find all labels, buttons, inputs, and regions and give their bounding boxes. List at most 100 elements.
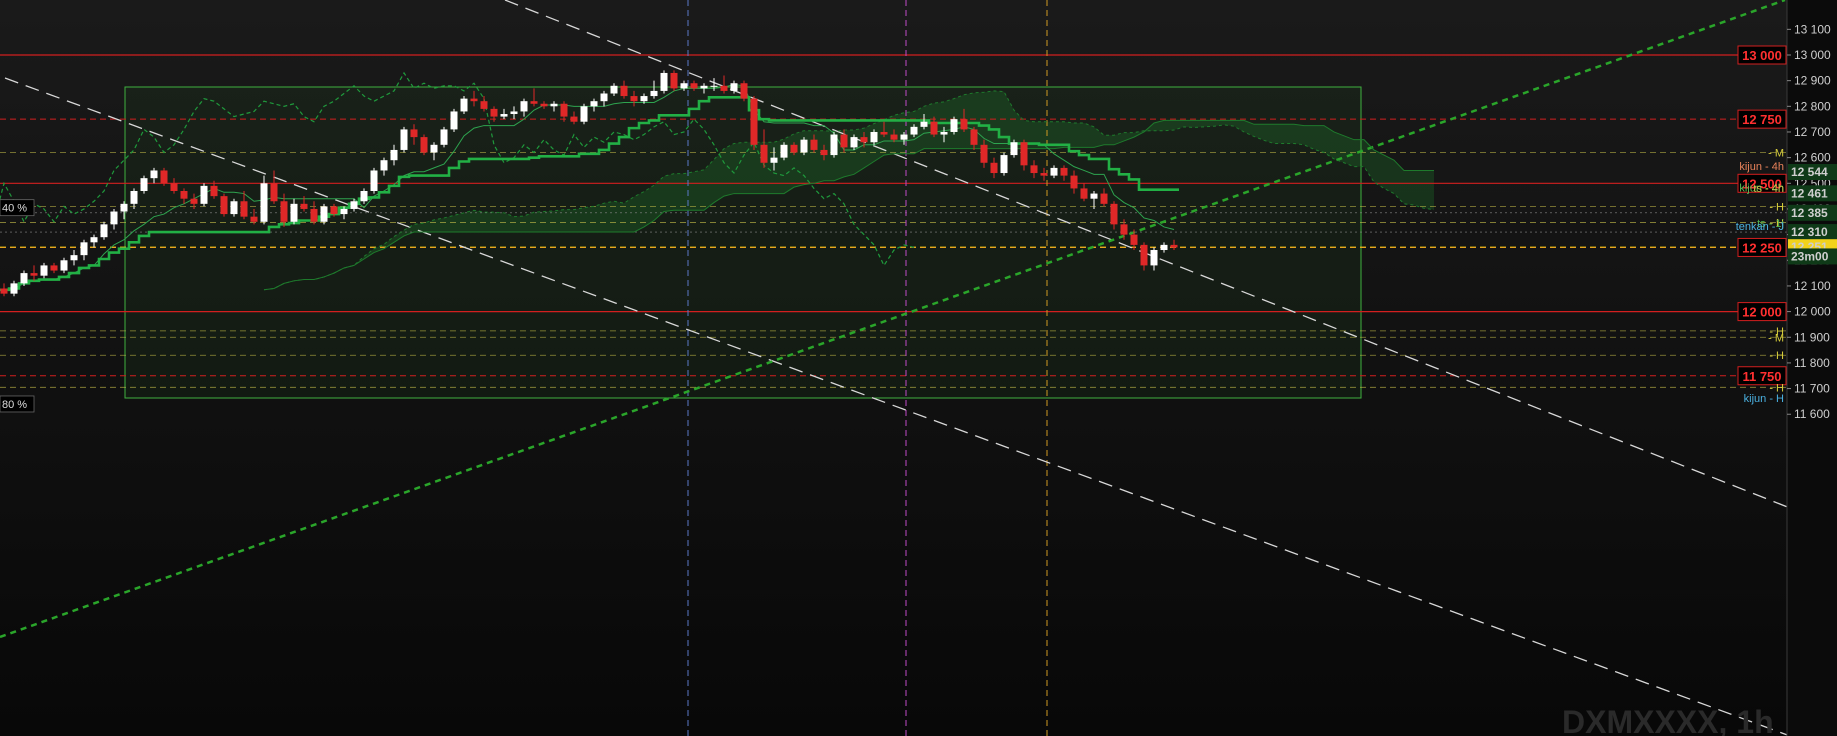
candle-body xyxy=(900,134,908,140)
candle-body xyxy=(420,137,428,153)
price-tag-label: 12 385 xyxy=(1791,206,1828,220)
candle-body xyxy=(1170,244,1178,248)
candle-body xyxy=(1000,155,1008,174)
axis-tick-label: 12 900 xyxy=(1794,74,1831,88)
candle-body xyxy=(110,211,118,225)
candle-body xyxy=(640,96,648,102)
candle-body xyxy=(550,103,558,107)
price-axis: 13 100 13 000 12 900 12 800 12 700 12 60012 5… xyxy=(1786,0,1837,736)
candle xyxy=(200,183,208,207)
candle-body xyxy=(960,119,968,130)
candle-body xyxy=(510,111,518,115)
price-chart[interactable]: 13 00012 75012 50012 25012 00011 750- M-… xyxy=(0,0,1837,736)
candle-body xyxy=(530,101,538,104)
candle-body xyxy=(820,149,828,156)
candle-body xyxy=(780,144,788,158)
price-tag-label: 12 544 xyxy=(1791,165,1828,179)
candle-body xyxy=(660,72,668,91)
candle-body xyxy=(950,119,958,132)
candle-body xyxy=(730,83,738,91)
candle-body xyxy=(240,201,248,217)
candle-body xyxy=(1020,142,1028,166)
candle-body xyxy=(680,83,688,89)
candle-body xyxy=(1140,244,1148,266)
candle-body xyxy=(540,103,548,107)
price-tag-label: 23m00 xyxy=(1791,249,1829,263)
indicator-label: ts - 4h xyxy=(1753,183,1784,195)
candle-body xyxy=(100,224,108,238)
candle xyxy=(750,96,758,150)
candle xyxy=(580,103,588,125)
candle-body xyxy=(290,203,298,222)
left-label: 80 % xyxy=(2,399,27,411)
candle xyxy=(140,175,148,194)
candle-body xyxy=(430,144,438,153)
candle xyxy=(1010,139,1018,158)
candle-body xyxy=(480,101,488,109)
candle-body xyxy=(940,131,948,135)
candle-body xyxy=(770,157,778,163)
candle-body xyxy=(230,201,238,215)
indicator-label: tenkan - J xyxy=(1736,221,1784,233)
candle-body xyxy=(700,85,708,89)
candle-body xyxy=(800,139,808,153)
candle-body xyxy=(890,134,898,140)
candle-body xyxy=(1080,188,1088,199)
candle-body xyxy=(90,237,98,243)
candle-body xyxy=(140,178,148,191)
candle-body xyxy=(670,72,678,89)
candle-body xyxy=(760,144,768,163)
candle-body xyxy=(360,190,368,202)
candle xyxy=(440,126,448,148)
candle-body xyxy=(200,185,208,204)
range-box xyxy=(124,86,1362,399)
candle-body xyxy=(70,255,78,261)
candle-body xyxy=(1150,250,1158,266)
candle-body xyxy=(390,149,398,161)
candle-body xyxy=(330,206,338,215)
candle-body xyxy=(1030,165,1038,174)
axis-tick-label: 13 100 xyxy=(1794,22,1831,36)
axis-tick-label: 12 100 xyxy=(1794,279,1831,293)
candle-body xyxy=(80,242,88,256)
candle-body xyxy=(310,208,318,222)
candle-body xyxy=(470,98,478,102)
candle-body xyxy=(120,203,128,212)
axis-tick-label: 12 800 xyxy=(1794,99,1831,113)
candle-body xyxy=(1090,193,1098,199)
candle-body xyxy=(610,85,618,94)
candle-body xyxy=(830,134,838,156)
candle-body xyxy=(500,114,508,117)
candle xyxy=(780,142,788,161)
watermark: DXMXXXX, 1h xyxy=(1562,704,1774,736)
axis-tick-label: 12 700 xyxy=(1794,125,1831,139)
candle xyxy=(420,134,428,156)
candle xyxy=(830,131,838,158)
candle xyxy=(740,80,748,102)
candle-body xyxy=(350,201,358,209)
candle-body xyxy=(520,101,528,112)
indicator-label: kijun - H xyxy=(1744,393,1784,405)
candle-body xyxy=(130,190,138,204)
candle-body xyxy=(580,106,588,122)
candle-body xyxy=(870,131,878,143)
candle-body xyxy=(920,121,928,127)
candle xyxy=(100,221,108,240)
candle xyxy=(160,167,168,186)
candle-body xyxy=(590,101,598,107)
candle-body xyxy=(860,137,868,143)
candle-body xyxy=(10,283,18,294)
candle-body xyxy=(40,265,48,276)
candle-body xyxy=(490,108,498,117)
candle-body xyxy=(1060,167,1068,176)
candle-body xyxy=(370,170,378,191)
level-tag: - M xyxy=(1768,332,1784,344)
candle-body xyxy=(180,190,188,199)
candle-body xyxy=(990,162,998,174)
candle-body xyxy=(1010,142,1018,156)
candle-body xyxy=(170,183,178,191)
candle-body xyxy=(460,98,468,112)
candle xyxy=(670,70,678,91)
candle-body xyxy=(690,83,698,89)
level-tag: - H xyxy=(1769,201,1784,213)
